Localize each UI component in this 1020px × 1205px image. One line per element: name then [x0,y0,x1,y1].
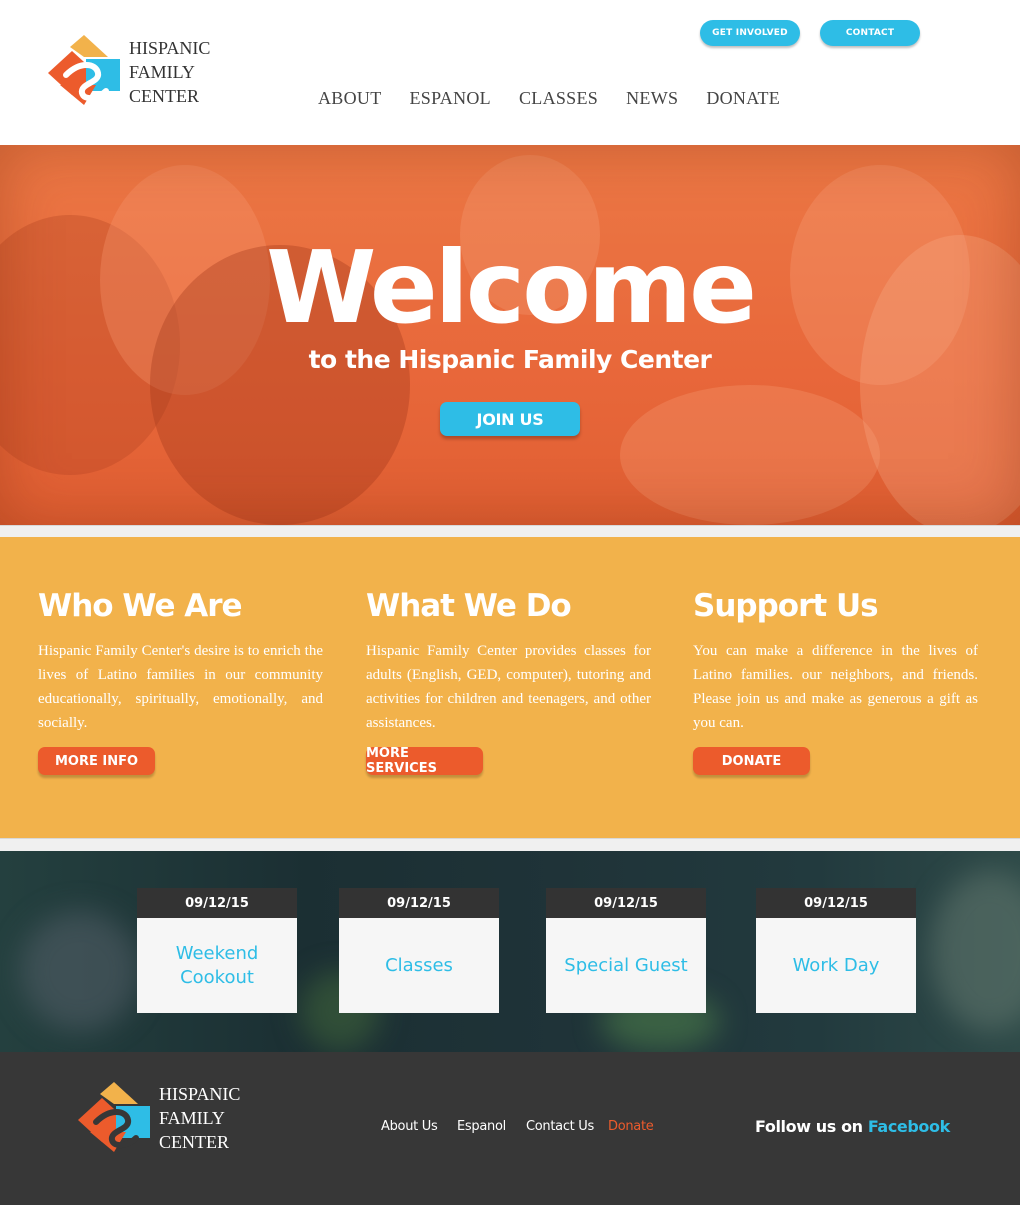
footer-brand-name[interactable]: HISPANIC FAMILY CENTER [159,1082,240,1154]
get-involved-button[interactable]: GET INVOLVED [700,20,800,46]
event-date: 09/12/15 [339,888,499,918]
footer-link-contact-us[interactable]: Contact Us [526,1119,594,1134]
event-title: Classes [339,918,499,1013]
event-date: 09/12/15 [756,888,916,918]
events-photo-figure [20,911,140,1031]
main-nav: ABOUT ESPANOL CLASSES NEWS DONATE [318,88,808,109]
brand-name-line1: HISPANIC [129,38,211,58]
section-divider [0,838,1020,851]
footer-brand-line2: FAMILY [159,1108,225,1128]
info-section: Who We Are Hispanic Family Center's desi… [0,537,1020,838]
brand-name-line2: FAMILY [129,62,195,82]
what-we-do-heading: What We Do [366,588,572,624]
who-we-are-column: Who We Are Hispanic Family Center's desi… [38,587,323,775]
events-photo-figure [930,871,1020,1031]
event-date: 09/12/15 [546,888,706,918]
event-card[interactable]: 09/12/15 Special Guest [546,888,706,1013]
footer-brand-line1: HISPANIC [159,1084,241,1104]
join-us-button[interactable]: JOIN US [440,402,580,436]
events-section: 09/12/15 Weekend Cookout 09/12/15 Classe… [0,851,1020,1052]
site-header: HISPANIC FAMILY CENTER GET INVOLVED CONT… [0,0,1020,145]
event-title: Special Guest [546,918,706,1013]
event-card[interactable]: 09/12/15 Weekend Cookout [137,888,297,1013]
hero-title: Welcome [266,229,757,346]
nav-item-classes[interactable]: CLASSES [519,88,598,109]
contact-button[interactable]: CONTACT [820,20,920,46]
who-we-are-heading: Who We Are [38,588,243,624]
nav-item-espanol[interactable]: ESPANOL [410,88,491,109]
support-us-heading: Support Us [693,588,879,624]
who-we-are-text: Hispanic Family Center's desire is to en… [38,643,323,731]
support-us-column: Support Us You can make a difference in … [693,587,978,775]
event-title: Work Day [756,918,916,1013]
footer-link-espanol[interactable]: Espanol [457,1119,506,1134]
support-us-text: You can make a difference in the lives o… [693,643,978,731]
footer-link-about-us[interactable]: About Us [381,1119,438,1134]
footer-link-donate[interactable]: Donate [608,1119,654,1134]
footer-brand-line3: CENTER [159,1132,229,1152]
nav-item-news[interactable]: NEWS [626,88,678,109]
what-we-do-column: What We Do Hispanic Family Center provid… [366,587,651,776]
event-date: 09/12/15 [137,888,297,918]
section-divider [0,525,1020,537]
event-card[interactable]: 09/12/15 Classes [339,888,499,1013]
site-footer: HISPANIC FAMILY CENTER About Us Espanol … [0,1052,1020,1205]
nav-item-donate[interactable]: DONATE [706,88,780,109]
brand-name-line3: CENTER [129,86,199,106]
facebook-link[interactable]: Facebook [868,1117,950,1136]
brand-name[interactable]: HISPANIC FAMILY CENTER [129,36,210,108]
donate-button[interactable]: DONATE [693,747,810,775]
event-title: Weekend Cookout [137,918,297,1013]
footer-logo-icon[interactable] [76,1080,152,1154]
nav-item-about[interactable]: ABOUT [318,88,382,109]
follow-us-text: Follow us on Facebook [755,1117,950,1136]
more-info-button[interactable]: MORE INFO [38,747,155,775]
event-card[interactable]: 09/12/15 Work Day [756,888,916,1013]
hero-subtitle: to the Hispanic Family Center [308,345,712,374]
follow-prefix: Follow us on [755,1117,868,1136]
more-services-button[interactable]: MORE SERVICES [366,746,483,776]
what-we-do-text: Hispanic Family Center provides classes … [366,643,651,731]
hispanic-family-center-logo-icon[interactable] [46,33,122,107]
